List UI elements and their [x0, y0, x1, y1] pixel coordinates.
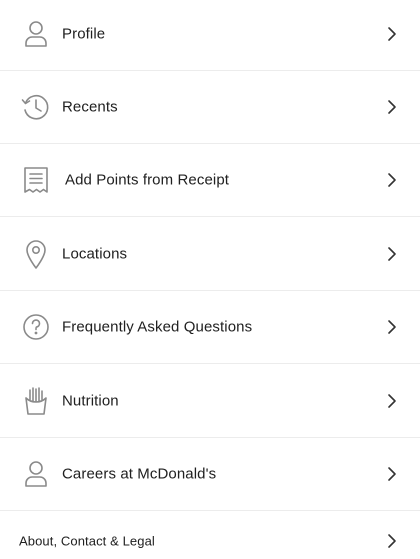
menu-item-faq[interactable]: Frequently Asked Questions	[0, 291, 420, 364]
more-menu-list: Profile Recents Add Points from Receipt …	[0, 0, 420, 559]
chevron-right-icon	[385, 392, 399, 410]
menu-item-label: Profile	[62, 25, 106, 43]
menu-item-profile[interactable]: Profile	[0, 0, 420, 71]
menu-item-label: Nutrition	[62, 392, 119, 410]
question-circle-icon	[19, 310, 53, 344]
chevron-right-icon	[385, 245, 399, 263]
chevron-right-icon	[385, 532, 399, 550]
menu-item-label: Careers at McDonald's	[62, 465, 217, 483]
chevron-right-icon	[385, 171, 399, 189]
person-icon	[19, 17, 53, 51]
menu-item-label: Recents	[62, 98, 118, 116]
menu-item-nutrition[interactable]: Nutrition	[0, 365, 420, 438]
location-pin-icon	[19, 237, 53, 271]
menu-item-recents[interactable]: Recents	[0, 71, 420, 144]
menu-item-label: About, Contact & Legal	[19, 533, 155, 549]
chevron-right-icon	[385, 25, 399, 43]
fries-icon	[19, 384, 53, 418]
menu-item-locations[interactable]: Locations	[0, 218, 420, 291]
menu-item-label: Frequently Asked Questions	[62, 318, 253, 336]
menu-item-careers[interactable]: Careers at McDonald's	[0, 438, 420, 511]
menu-item-add-points-receipt[interactable]: Add Points from Receipt	[0, 144, 420, 217]
chevron-right-icon	[385, 98, 399, 116]
history-icon	[19, 90, 53, 124]
menu-item-label: Add Points from Receipt	[65, 171, 230, 189]
menu-item-label: Locations	[62, 245, 128, 263]
chevron-right-icon	[385, 318, 399, 336]
menu-item-about-contact-legal[interactable]: About, Contact & Legal	[0, 511, 420, 559]
receipt-icon	[19, 163, 53, 197]
person-icon	[19, 457, 53, 491]
chevron-right-icon	[385, 465, 399, 483]
